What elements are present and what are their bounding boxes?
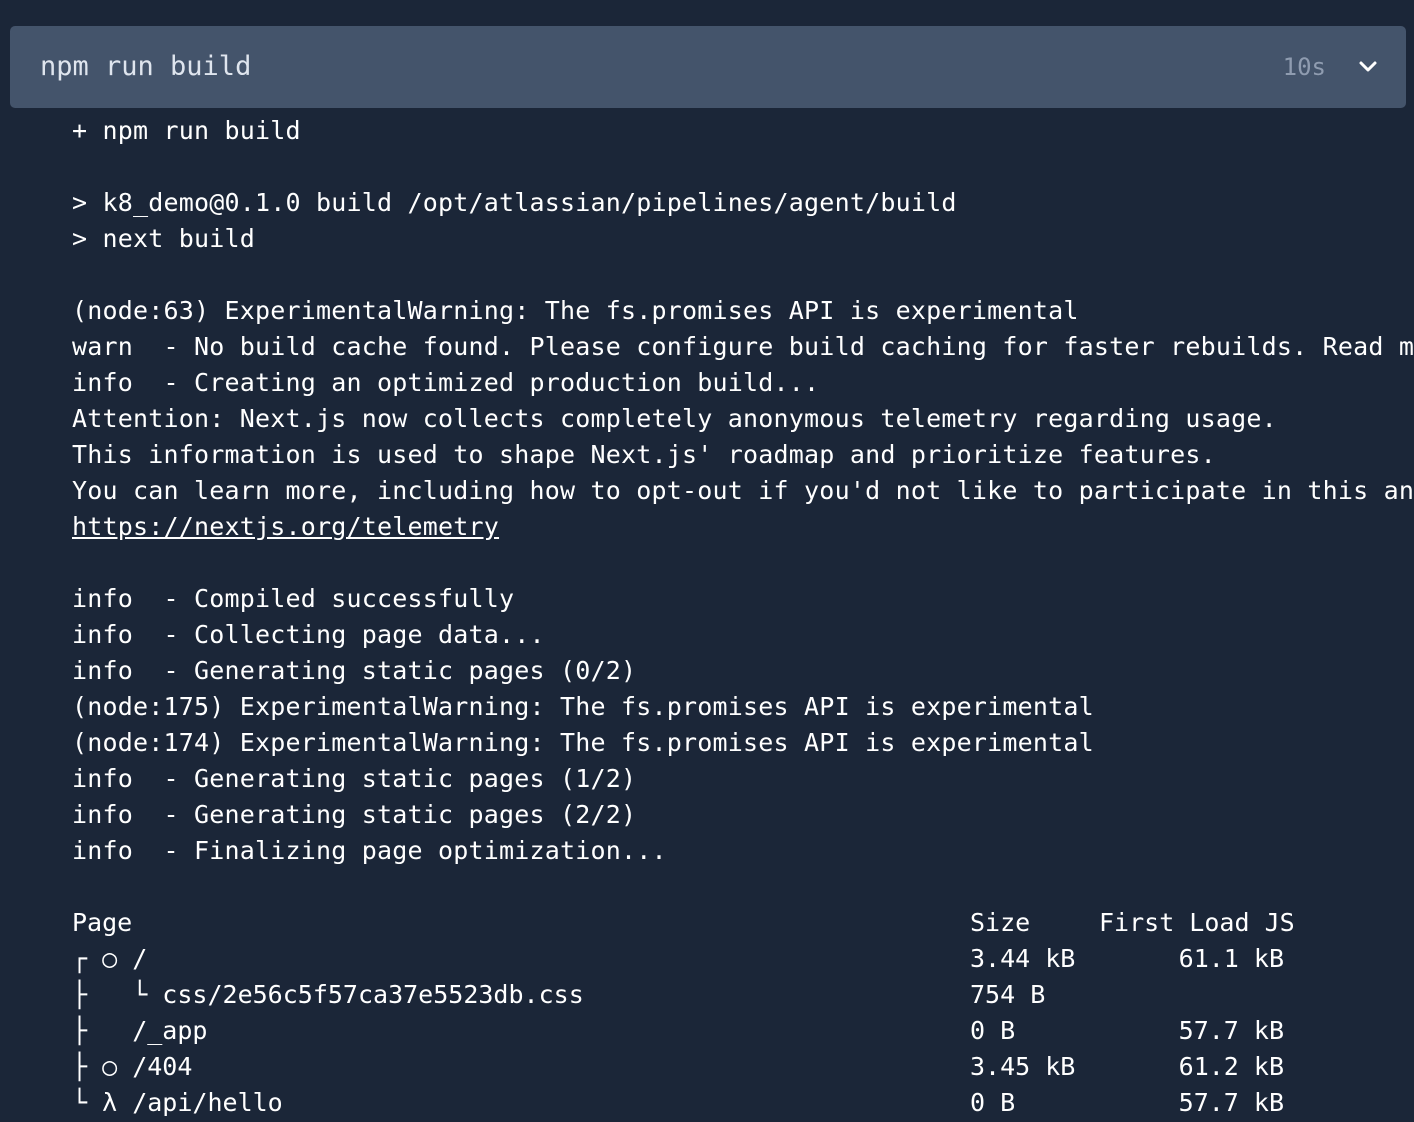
log-line: info - Compiled successfully xyxy=(72,584,515,613)
log-line: > next build xyxy=(72,224,256,253)
route-first-load: 57.7 kB xyxy=(1178,1016,1284,1045)
route-first-load: 61.1 kB xyxy=(1178,944,1284,973)
build-log: + npm run build > k8_demo@0.1.0 build /o… xyxy=(72,113,1414,1122)
route-row: ┌ ○ / 3.44 kB 61.1 kB xyxy=(72,941,1414,977)
log-line: info - Creating an optimized production … xyxy=(72,368,820,397)
route-size: 0 B xyxy=(970,1016,1016,1045)
route-row: ├ ○ /404 3.45 kB 61.2 kB xyxy=(72,1049,1414,1085)
step-title: npm run build xyxy=(40,51,252,82)
log-line: info - Finalizing page optimization... xyxy=(72,836,667,865)
route-size: 3.44 kB xyxy=(970,944,1076,973)
routes-header-size: Size xyxy=(970,908,1031,937)
route-path: ┌ ○ / xyxy=(72,944,148,973)
route-row: ├ /_app 0 B 57.7 kB xyxy=(72,1013,1414,1049)
route-path: └ λ /api/hello xyxy=(72,1088,283,1117)
telemetry-link[interactable]: https://nextjs.org/telemetry xyxy=(72,512,499,541)
log-line: This information is used to shape Next.j… xyxy=(72,440,1216,469)
route-path: ├ └ css/2e56c5f57ca37e5523db.css xyxy=(72,980,584,1009)
routes-header-page: Page xyxy=(72,908,133,937)
log-line-text: warn - No build cache found. Please conf… xyxy=(72,332,1414,361)
step-duration: 10s xyxy=(1282,53,1326,81)
route-first-load: 57.7 kB xyxy=(1178,1088,1284,1117)
log-line: > k8_demo@0.1.0 build /opt/atlassian/pip… xyxy=(72,188,957,217)
log-line: You can learn more, including how to opt… xyxy=(72,476,1414,505)
route-size: 0 B xyxy=(970,1088,1016,1117)
routes-header-row: Page Size First Load JS xyxy=(72,905,1414,941)
route-first-load: 61.2 kB xyxy=(1178,1052,1284,1081)
route-path: ├ ○ /404 xyxy=(72,1052,193,1081)
route-row: ├ └ css/2e56c5f57ca37e5523db.css 754 B xyxy=(72,977,1414,1013)
log-line-link: https://nextjs.org/telemetry xyxy=(72,509,1414,545)
route-size: 754 B xyxy=(970,980,1046,1009)
log-line: info - Collecting page data... xyxy=(72,620,545,649)
log-line: (node:63) ExperimentalWarning: The fs.pr… xyxy=(72,296,1079,325)
route-row: └ λ /api/hello 0 B 57.7 kB xyxy=(72,1085,1414,1121)
log-line: info - Generating static pages (0/2) xyxy=(72,656,637,685)
log-line: info - Generating static pages (2/2) xyxy=(72,800,637,829)
chevron-down-icon[interactable] xyxy=(1356,55,1380,79)
log-line: + npm run build xyxy=(72,116,301,145)
log-line: Attention: Next.js now collects complete… xyxy=(72,404,1277,433)
log-line: (node:174) ExperimentalWarning: The fs.p… xyxy=(72,728,1094,757)
route-size: 3.45 kB xyxy=(970,1052,1076,1081)
step-header[interactable]: npm run build 10s xyxy=(10,26,1406,108)
log-line-warn: warn - No build cache found. Please conf… xyxy=(72,329,1414,365)
log-line: (node:175) ExperimentalWarning: The fs.p… xyxy=(72,692,1094,721)
routes-header-first-load: First Load JS xyxy=(1099,908,1295,937)
log-line: info - Generating static pages (1/2) xyxy=(72,764,637,793)
route-path: ├ /_app xyxy=(72,1016,208,1045)
